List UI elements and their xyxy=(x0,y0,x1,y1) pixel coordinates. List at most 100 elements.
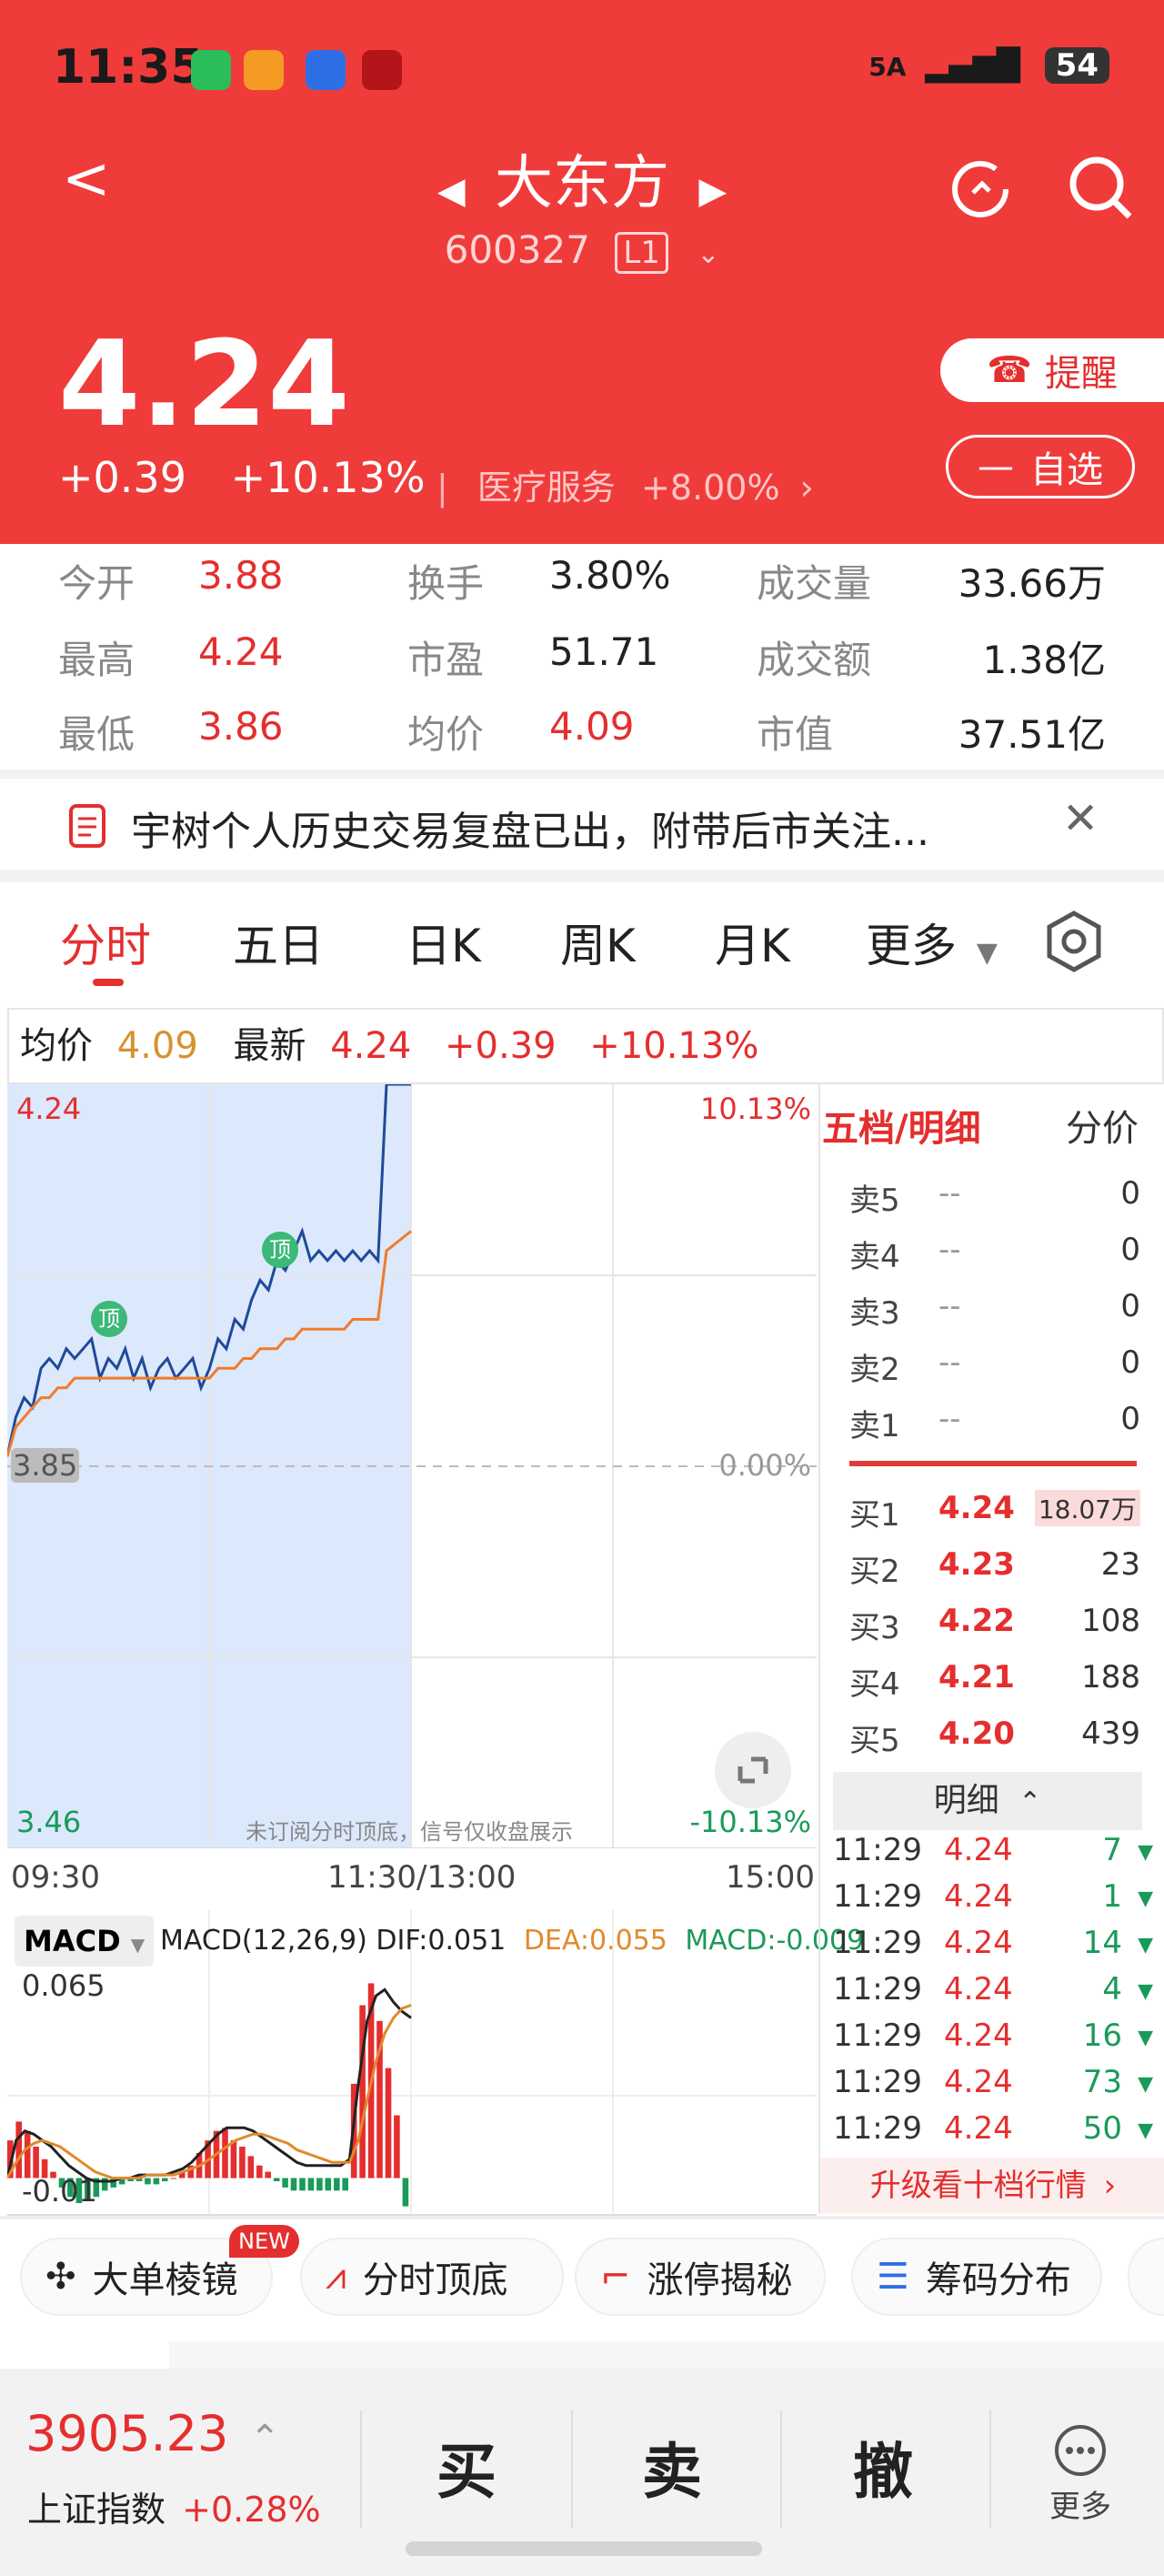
index-value: 3905.23 xyxy=(25,2405,229,2462)
feature-chip-distribution[interactable]: ☰ 筹码分布 xyxy=(851,2238,1102,2316)
ask-row[interactable]: 卖3 -- 0 xyxy=(820,1288,1164,1344)
top-signal-marker[interactable]: 顶 xyxy=(262,1232,298,1268)
buy-button[interactable]: 买 xyxy=(436,2423,497,2511)
next-stock-icon[interactable]: ▶ xyxy=(698,170,727,212)
tab-daily-k[interactable]: 日K xyxy=(406,910,481,975)
cancel-order-button[interactable]: 撤 xyxy=(853,2423,913,2511)
top-signal-marker[interactable]: 顶 xyxy=(91,1301,127,1337)
expand-icon[interactable] xyxy=(713,1730,793,1810)
trade-price: 4.24 xyxy=(944,1925,1013,1961)
ask-row[interactable]: 卖1 -- 0 xyxy=(820,1401,1164,1457)
divider xyxy=(0,870,1164,882)
level-price: 4.23 xyxy=(938,1546,1015,1583)
macd-histogram-bar xyxy=(334,2178,340,2191)
remind-button[interactable]: ☎ 提醒 xyxy=(940,338,1164,402)
chevron-down-icon: ⌄ xyxy=(697,238,720,270)
sector-pct: +8.00% xyxy=(641,468,780,508)
feature-chips: ✣ 大单棱镜 NEW ⩘ 分时顶底 ⌐ 涨停揭秘 ☰ 筹码分布 xyxy=(0,2225,1164,2321)
tab-more[interactable]: 更多 ▼ xyxy=(866,910,998,975)
macd-histogram-bar xyxy=(230,2140,237,2179)
feature-label: 涨停揭秘 xyxy=(647,2259,793,2301)
macd-histogram-bar xyxy=(247,2156,255,2179)
ask-row[interactable]: 卖2 -- 0 xyxy=(820,1344,1164,1401)
stat-value: 4.24 xyxy=(198,629,284,674)
sell-arrow-icon: ▼ xyxy=(1138,2119,1153,2142)
stock-code: 600327 xyxy=(444,227,590,272)
more-button[interactable]: 更多 xyxy=(1037,2423,1124,2526)
macd-panel[interactable]: MACD(12,26,9) MACD ▼ MACD(12,26,9) DIF:0… xyxy=(5,1910,864,2216)
avg-label: 均价 xyxy=(20,1025,93,1067)
macd-y-bottom: -0.01 xyxy=(22,2174,97,2209)
trade-price: 4.24 xyxy=(944,1832,1013,1868)
tab-intraday[interactable]: 分时 xyxy=(60,910,151,975)
trade-time: 11:29 xyxy=(833,1878,922,1915)
feature-label: 筹码分布 xyxy=(925,2259,1071,2301)
stat-value: 1.38亿 xyxy=(982,638,1106,682)
bid-row[interactable]: 买5 4.20 439 xyxy=(820,1716,1164,1772)
tab-price-volume[interactable]: 分价 xyxy=(1066,1099,1139,1152)
macd-selector[interactable]: MACD(12,26,9) MACD ▼ xyxy=(15,1916,155,1967)
info-change-pct: +10.13% xyxy=(589,1025,759,1067)
y-axis-mid[interactable]: 3.85 xyxy=(11,1448,80,1483)
level-badge: L1 xyxy=(615,231,668,274)
feature-limit-up[interactable]: ⌐ 涨停揭秘 xyxy=(575,2238,826,2316)
scroll-hint xyxy=(169,2341,1164,2369)
settings-icon[interactable] xyxy=(1044,910,1104,973)
index-widget[interactable]: 3905.23 ⌃ xyxy=(25,2405,280,2462)
trade-volume: 14 xyxy=(1082,1925,1122,1961)
index-name-row: 上证指数 +0.28% xyxy=(27,2481,321,2531)
close-icon[interactable]: ✕ xyxy=(1062,793,1099,844)
stat-label: 市盈 xyxy=(407,638,485,682)
ask-bid-divider xyxy=(849,1461,1137,1466)
tab-order-book[interactable]: 五档/明细 xyxy=(822,1099,981,1152)
upgrade-label: 升级看十档行情 xyxy=(869,2168,1087,2204)
y-axis-top: 4.24 xyxy=(16,1092,82,1126)
ask-row[interactable]: 卖5 -- 0 xyxy=(820,1175,1164,1232)
feature-intraday-top-bottom[interactable]: ⩘ 分时顶底 xyxy=(300,2238,564,2316)
latest-value: 4.24 xyxy=(330,1025,412,1067)
prev-stock-icon[interactable]: ◀ xyxy=(437,170,466,212)
sell-arrow-icon: ▼ xyxy=(1138,1934,1153,1957)
sector-link[interactable]: | 医疗服务 +8.00% › xyxy=(436,459,814,509)
bottom-trade-bar: 3905.23 ⌃ 上证指数 +0.28% 买 卖 撤 更多 xyxy=(0,2369,1164,2576)
news-banner[interactable]: 宇树个人历史交易复盘已出，附带后市关注... ✕ xyxy=(0,779,1164,870)
sell-button[interactable]: 卖 xyxy=(642,2423,702,2511)
bid-row[interactable]: 买1 4.24 18.07万 xyxy=(820,1490,1164,1546)
stat-value: 37.51亿 xyxy=(958,712,1106,757)
tab-monthly-k[interactable]: 月K xyxy=(715,910,790,975)
tab-five-day[interactable]: 五日 xyxy=(233,910,324,975)
macd-dif: DIF:0.051 xyxy=(376,1925,507,1957)
refresh-icon[interactable] xyxy=(946,155,1015,224)
bid-row[interactable]: 买2 4.23 23 xyxy=(820,1546,1164,1603)
bid-row[interactable]: 买3 4.22 108 xyxy=(820,1603,1164,1659)
macd-histogram-bar xyxy=(325,2178,332,2191)
macd-dea: DEA:0.055 xyxy=(523,1925,667,1957)
macd-histogram-bar xyxy=(394,2115,400,2179)
feature-more-chip[interactable] xyxy=(1128,2238,1164,2316)
intraday-chart[interactable]: 4.24 3.85 3.46 10.13% 0.00% -10.13% 顶 顶 … xyxy=(5,1082,817,1849)
home-indicator[interactable] xyxy=(406,2541,762,2556)
detail-header[interactable]: 明细 ⌃ xyxy=(833,1772,1142,1830)
tab-indicator xyxy=(93,979,124,986)
document-icon xyxy=(69,804,105,848)
sell-arrow-icon: ▼ xyxy=(1138,1980,1153,2003)
tab-weekly-k[interactable]: 周K xyxy=(560,910,636,975)
ask-row[interactable]: 卖4 -- 0 xyxy=(820,1232,1164,1288)
trade-price: 4.24 xyxy=(944,2064,1013,2100)
trade-time: 11:29 xyxy=(833,2064,922,2100)
caret-down-icon: ▼ xyxy=(976,937,998,969)
bid-row[interactable]: 买4 4.21 188 xyxy=(820,1659,1164,1716)
macd-histogram-bar xyxy=(153,2178,160,2185)
x-axis: 09:30 11:30/13:00 15:00 xyxy=(7,1856,817,1907)
search-icon[interactable] xyxy=(1064,151,1137,224)
upgrade-banner[interactable]: 升级看十档行情 › xyxy=(820,2158,1164,2214)
stock-code-row[interactable]: 600327 L1 ⌄ xyxy=(0,227,1164,274)
watchlist-button[interactable]: — 自选 xyxy=(946,435,1135,498)
wechat-icon xyxy=(191,50,231,90)
level-label: 卖1 xyxy=(849,1408,900,1444)
network-nodes-icon: ✣ xyxy=(45,2256,76,2298)
bulb-icon xyxy=(306,50,346,90)
stat-value: 3.80% xyxy=(549,553,671,598)
remind-label: 提醒 xyxy=(1044,353,1118,395)
stats-row: 最高 4.24 市盈 51.71 成交额 1.38亿 xyxy=(0,629,1164,704)
